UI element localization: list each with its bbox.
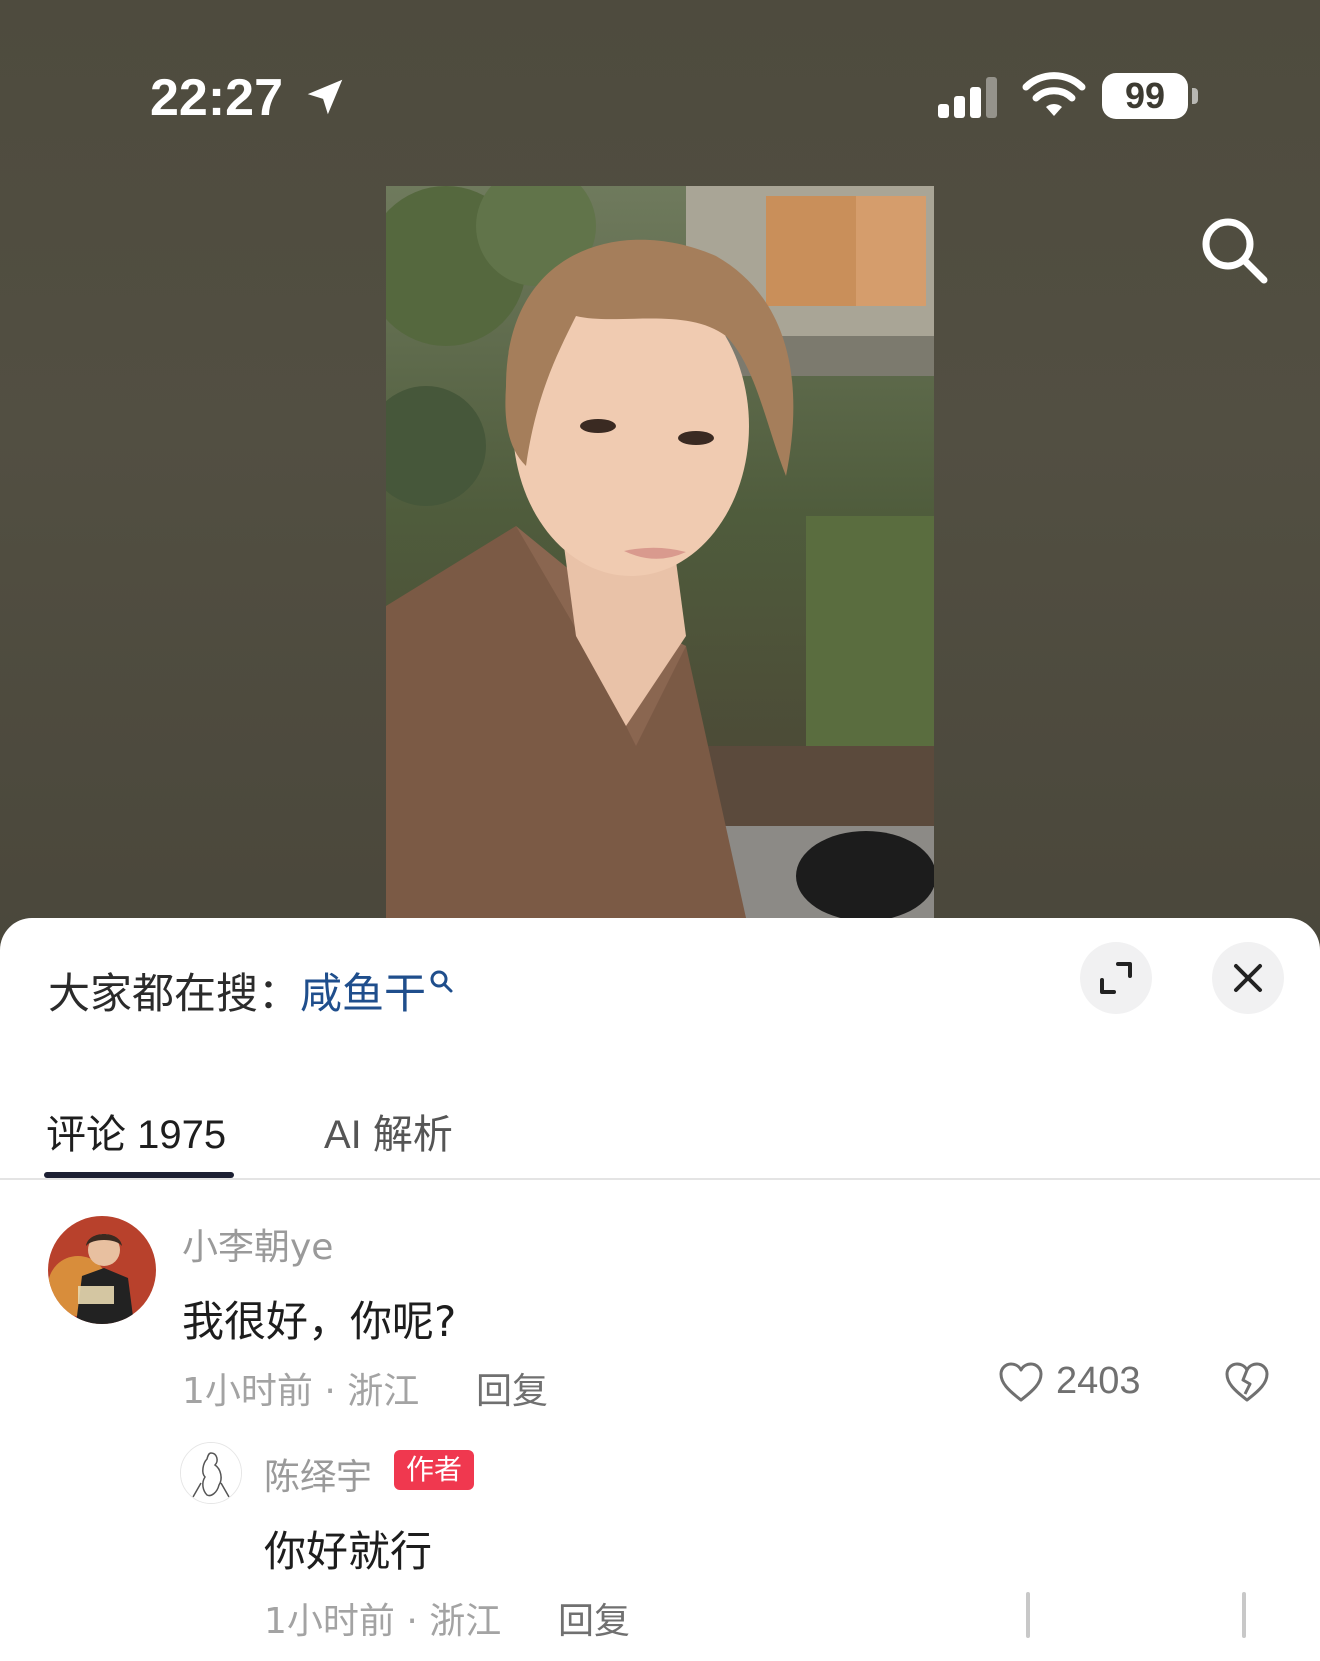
like-count: 2403 <box>1056 1360 1141 1402</box>
comment-reply-button[interactable]: 回复 <box>476 1362 548 1414</box>
status-bar: 22:27 99 <box>0 0 1320 200</box>
reply-meta: 1小时前 · 浙江 <box>264 1601 502 1642</box>
comment-text: 我很好，你呢? <box>182 1297 457 1346</box>
divider-mark <box>1026 1592 1030 1638</box>
media-viewer: 22:27 99 <box>0 0 1320 960</box>
expand-icon <box>1100 962 1132 994</box>
comment-meta: 1小时前 · 浙江 <box>182 1371 420 1412</box>
tab-comments[interactable]: 评论 1975 <box>46 1102 226 1160</box>
avatar[interactable] <box>48 1216 156 1324</box>
post-photo[interactable] <box>386 186 934 918</box>
tabs-divider <box>0 1178 1320 1180</box>
close-button[interactable] <box>1212 942 1284 1014</box>
reply-text: 你好就行 <box>264 1527 433 1576</box>
expand-button[interactable] <box>1080 942 1152 1014</box>
reply-reply-button[interactable]: 回复 <box>558 1592 630 1644</box>
search-suggestion-keyword[interactable]: 咸鱼干 <box>300 969 426 1018</box>
reply-avatar[interactable] <box>180 1442 242 1504</box>
status-time: 22:27 <box>150 69 283 127</box>
broken-heart-icon[interactable] <box>1224 1360 1270 1406</box>
tab-bar: 评论 1975 AI 解析 <box>0 1078 1320 1178</box>
search-icon[interactable] <box>1196 212 1274 290</box>
search-small-icon <box>430 970 453 993</box>
comment-username[interactable]: 小李朝ye <box>182 1218 333 1270</box>
cellular-signal-icon <box>938 77 997 118</box>
wifi-icon <box>1022 72 1086 116</box>
search-suggestion[interactable]: 大家都在搜：咸鱼干 <box>48 960 454 1021</box>
close-icon <box>1234 964 1262 992</box>
heart-icon[interactable] <box>998 1360 1044 1406</box>
battery-cap <box>1192 88 1198 104</box>
reply-username[interactable]: 陈绎宇 <box>264 1448 372 1500</box>
search-suggestion-prefix: 大家都在搜： <box>48 969 301 1018</box>
battery-level: 99 <box>1102 73 1188 119</box>
location-arrow-icon <box>307 79 343 115</box>
screen: 22:27 99 大家都在搜：咸鱼干 评论 1975 AI 解析 小李朝ye 我… <box>0 0 1320 1661</box>
divider-mark <box>1242 1592 1246 1638</box>
tab-ai-analysis[interactable]: AI 解析 <box>324 1102 453 1160</box>
author-badge: 作者 <box>394 1450 475 1490</box>
